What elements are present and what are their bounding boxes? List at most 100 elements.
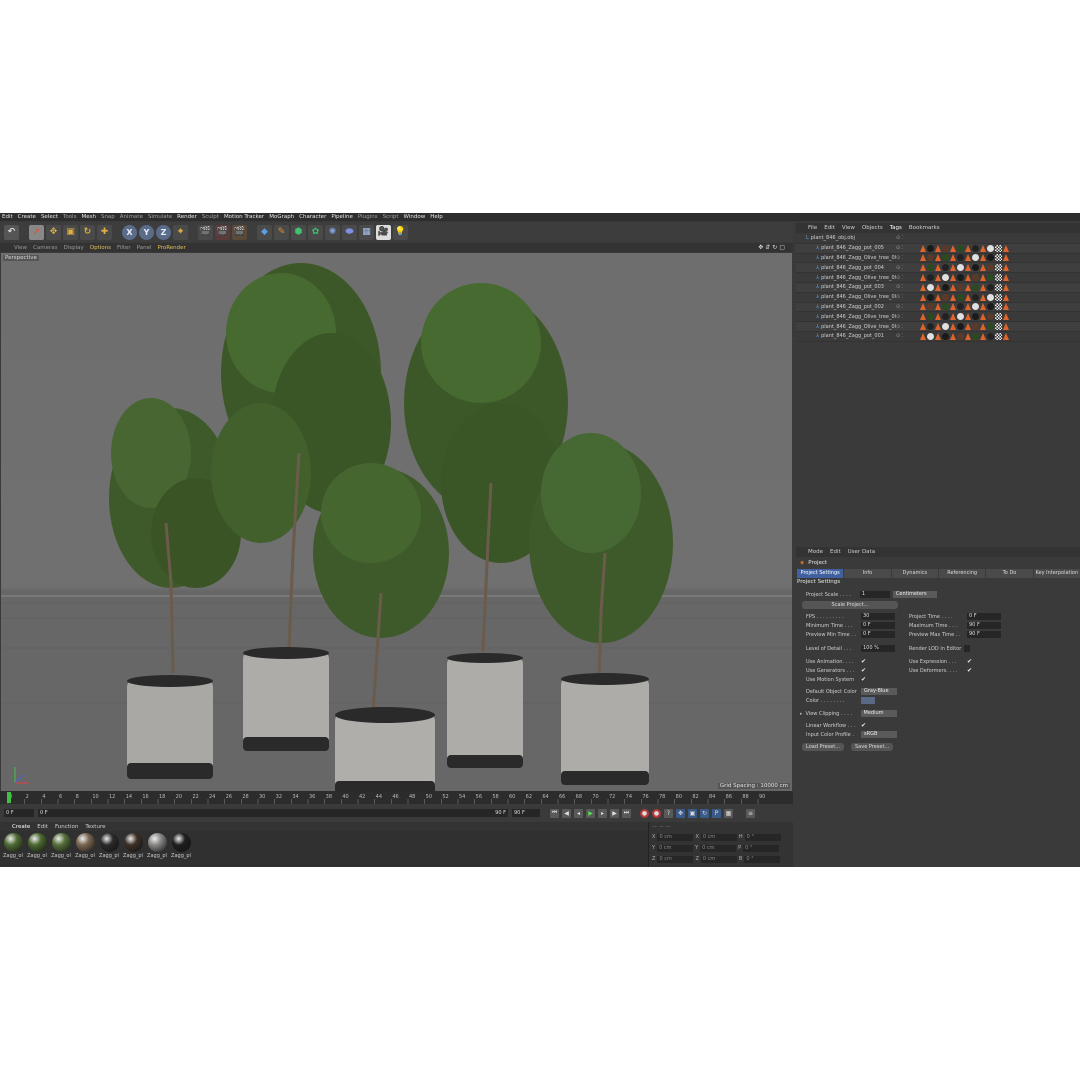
undo-icon[interactable]: ↶: [4, 224, 19, 240]
texture-tag-icon[interactable]: [920, 283, 926, 291]
phong-tag-icon[interactable]: [1003, 332, 1009, 340]
material-tag-icon[interactable]: [972, 283, 979, 291]
material-tag-icon[interactable]: [942, 274, 949, 282]
texture-tag-icon[interactable]: [935, 274, 941, 282]
material-tag-icon[interactable]: [942, 293, 949, 301]
environment-icon[interactable]: ⬬: [342, 224, 357, 240]
coord-position-field[interactable]: 0 cm: [657, 855, 694, 863]
texture-tag-icon[interactable]: [980, 244, 986, 252]
texture-tag-icon[interactable]: [935, 244, 941, 252]
material-tag-icon[interactable]: [957, 274, 964, 282]
visibility-toggle-icon[interactable]: ⊙ ⁚: [896, 265, 920, 271]
material-swatch[interactable]: Zagg_pl: [146, 833, 168, 865]
object-row[interactable]: ⅄ plant_846_Zagg_pot_002 ⊙ ⁚: [796, 302, 1080, 313]
object-row[interactable]: ⅄ plant_846_Zagg_pot_003 ⊙ ⁚: [796, 282, 1080, 293]
material-tag-icon[interactable]: [972, 274, 979, 282]
texture-tag-icon[interactable]: [950, 313, 956, 321]
texture-tag-icon[interactable]: [950, 254, 956, 262]
object-menu-view[interactable]: View: [842, 225, 855, 231]
load-preset-button[interactable]: Load Preset...: [802, 743, 844, 751]
texture-tag-icon[interactable]: [965, 244, 971, 252]
use-deformers-checkbox[interactable]: ✔: [967, 667, 972, 674]
texture-tag-icon[interactable]: [950, 332, 956, 340]
viewport-menu-view[interactable]: View: [14, 245, 27, 251]
render-picture-viewer-icon[interactable]: 🎬: [215, 224, 230, 240]
uvw-tag-icon[interactable]: [995, 283, 1002, 291]
material-tag-icon[interactable]: [972, 323, 979, 331]
menu-window[interactable]: Window: [404, 214, 426, 220]
max-time-field[interactable]: 90 F: [967, 622, 1001, 629]
end-frame-field[interactable]: 90 F: [512, 809, 540, 817]
object-row[interactable]: ⅄ plant_846_Zagg_pot_005 ⊙ ⁚: [796, 243, 1080, 254]
texture-tag-icon[interactable]: [965, 323, 971, 331]
tab-referencing[interactable]: Referencing: [938, 569, 986, 578]
array-generator-icon[interactable]: ✿: [308, 224, 323, 240]
cube-primitive-icon[interactable]: ◆: [257, 224, 272, 240]
lod-field[interactable]: 100 %: [861, 645, 895, 652]
coord-rotation-field[interactable]: 0 °: [743, 844, 780, 852]
view-clipping-dropdown[interactable]: Medium: [860, 710, 897, 717]
material-tag-icon[interactable]: [987, 254, 994, 262]
material-tag-icon[interactable]: [987, 283, 994, 291]
coord-size-field[interactable]: 0 cm: [700, 844, 737, 852]
coord-rotation-field[interactable]: 0 °: [744, 833, 781, 841]
material-menu-texture[interactable]: Texture: [85, 824, 105, 830]
texture-tag-icon[interactable]: [920, 303, 926, 311]
material-tag-icon[interactable]: [927, 313, 934, 321]
lock-z-axis-button[interactable]: Z: [156, 224, 171, 240]
phong-tag-icon[interactable]: [1003, 293, 1009, 301]
material-tag-icon[interactable]: [972, 254, 979, 262]
menu-select[interactable]: Select: [41, 214, 58, 220]
uvw-tag-icon[interactable]: [995, 332, 1002, 340]
phong-tag-icon[interactable]: [1003, 323, 1009, 331]
add-tool-icon[interactable]: ✚: [97, 224, 112, 240]
texture-tag-icon[interactable]: [935, 313, 941, 321]
material-tag-icon[interactable]: [987, 293, 994, 301]
texture-tag-icon[interactable]: [980, 274, 986, 282]
phong-tag-icon[interactable]: [1003, 283, 1009, 291]
material-tag-icon[interactable]: [927, 303, 934, 311]
viewport-menu-options[interactable]: Options: [90, 245, 111, 251]
object-menu-objects[interactable]: Objects: [862, 225, 883, 231]
deformer-icon[interactable]: ✺: [325, 224, 340, 240]
phong-tag-icon[interactable]: [1003, 274, 1009, 282]
material-tag-icon[interactable]: [972, 303, 979, 311]
texture-tag-icon[interactable]: [965, 303, 971, 311]
texture-tag-icon[interactable]: [980, 293, 986, 301]
menu-mograph[interactable]: MoGraph: [269, 214, 294, 220]
material-tag-icon[interactable]: [957, 323, 964, 331]
uvw-tag-icon[interactable]: [995, 303, 1002, 311]
attribute-menu-edit[interactable]: Edit: [830, 549, 841, 555]
texture-tag-icon[interactable]: [920, 244, 926, 252]
3d-viewport[interactable]: Perspective Grid Spacing: 10000 cm: [1, 253, 792, 791]
texture-tag-icon[interactable]: [950, 293, 956, 301]
texture-tag-icon[interactable]: [965, 264, 971, 272]
menu-snap[interactable]: Snap: [101, 214, 115, 220]
timeline-ruler[interactable]: 0246810121416182022242628303234363840424…: [0, 791, 793, 804]
coord-position-field[interactable]: 0 cm: [657, 844, 694, 852]
menu-tools[interactable]: Tools: [63, 214, 77, 220]
phong-tag-icon[interactable]: [1003, 264, 1009, 272]
texture-tag-icon[interactable]: [920, 293, 926, 301]
rotation-key-icon[interactable]: ↻: [700, 808, 709, 818]
default-object-color-dropdown[interactable]: Gray-Blue: [861, 688, 897, 695]
phong-tag-icon[interactable]: [1003, 254, 1009, 262]
visibility-toggle-icon[interactable]: ⊙ ⁚: [896, 333, 920, 339]
material-swatch[interactable]: Zagg_ol: [50, 833, 72, 865]
use-expression-checkbox[interactable]: ✔: [967, 658, 972, 665]
save-preset-button[interactable]: Save Preset...: [851, 743, 893, 751]
lock-x-axis-button[interactable]: X: [122, 224, 137, 240]
viewport-navigation-icons[interactable]: ✥⇵↻▢: [758, 244, 787, 251]
use-motion-system-checkbox[interactable]: ✔: [861, 676, 866, 683]
texture-tag-icon[interactable]: [965, 293, 971, 301]
texture-tag-icon[interactable]: [950, 303, 956, 311]
visibility-toggle-icon[interactable]: ⊙ ⁚: [896, 324, 920, 330]
coord-rotation-field[interactable]: 0 °: [744, 855, 781, 863]
texture-tag-icon[interactable]: [965, 274, 971, 282]
coord-size-field[interactable]: 0 cm: [700, 833, 737, 841]
viewport-menu-prorender[interactable]: ProRender: [158, 245, 186, 251]
object-row[interactable]: ⅄ plant_846_Zagg_Olive_tree_002 ⊙ ⁚: [796, 312, 1080, 323]
uvw-tag-icon[interactable]: [995, 264, 1002, 272]
prev-key-icon[interactable]: ◀: [562, 808, 571, 818]
tab-dynamics[interactable]: Dynamics: [891, 569, 938, 578]
